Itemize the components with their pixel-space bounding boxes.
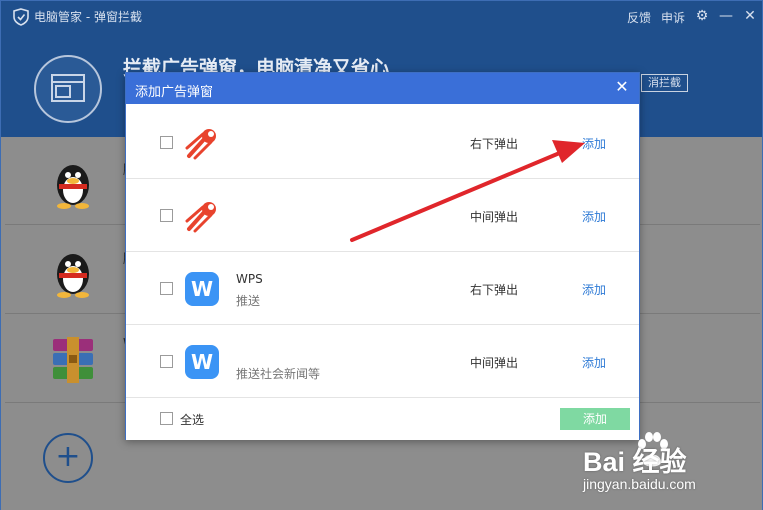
popup-position: 中间弹出: [470, 210, 519, 224]
app-desc: 推送社会新闻等: [236, 367, 321, 381]
cancel-block-button[interactable]: 消拦截: [641, 74, 688, 92]
row-checkbox[interactable]: [160, 282, 173, 295]
feedback-link[interactable]: 反馈: [627, 9, 651, 26]
popup-position: 右下弹出: [470, 137, 519, 151]
close-icon[interactable]: ✕: [741, 7, 759, 25]
appeal-link[interactable]: 申诉: [661, 9, 685, 26]
popup-position: 中间弹出: [470, 356, 519, 370]
app-desc: 推送: [236, 294, 261, 308]
row-checkbox[interactable]: [160, 355, 173, 368]
gear-icon[interactable]: ⚙: [693, 7, 711, 25]
watermark-brand: Bai 经验: [583, 447, 687, 477]
add-selected-button[interactable]: 添加: [560, 408, 630, 430]
add-link[interactable]: 添加: [582, 354, 606, 371]
dialog-header: 添加广告弹窗 ✕: [126, 73, 639, 104]
redaction-smudge: [232, 120, 342, 168]
popup-row: 右下弹出 添加: [126, 106, 639, 179]
comet-icon: [185, 129, 216, 160]
qq-penguin-icon: [57, 254, 89, 298]
popup-position: 右下弹出: [470, 283, 519, 297]
add-popup-button[interactable]: +: [43, 433, 93, 483]
qq-penguin-icon: [57, 165, 89, 209]
title-bar: 电脑管家 - 弹窗拦截 反馈 申诉 ⚙ — ✕: [1, 1, 762, 33]
dialog-footer: 全选 添加: [126, 398, 639, 440]
wps-icon: W: [185, 345, 219, 379]
select-all-label: 全选: [180, 413, 205, 427]
popup-row: W WPS 推送 右下弹出 添加: [126, 252, 639, 325]
window-title: 电脑管家 - 弹窗拦截: [34, 10, 142, 24]
minimize-icon[interactable]: —: [717, 7, 735, 25]
add-popup-dialog: 添加广告弹窗 ✕ 右下弹出 添加 中间弹出 添加 W WPS 推送 右下弹出 添…: [125, 72, 640, 440]
select-all-checkbox[interactable]: [160, 412, 173, 425]
popup-row: W 推送社会新闻等 中间弹出 添加: [126, 325, 639, 398]
dialog-title: 添加广告弹窗: [135, 85, 214, 100]
add-link[interactable]: 添加: [582, 208, 606, 225]
close-icon[interactable]: ✕: [613, 78, 631, 96]
shield-logo-icon: [13, 8, 29, 26]
app-name: WPS: [236, 272, 263, 286]
row-checkbox[interactable]: [160, 136, 173, 149]
watermark-url: jingyan.baidu.com: [583, 476, 696, 492]
winrar-icon: [53, 337, 93, 383]
redaction-smudge: [232, 193, 370, 241]
popup-row: 中间弹出 添加: [126, 179, 639, 252]
add-link[interactable]: 添加: [582, 135, 606, 152]
wps-icon: W: [185, 272, 219, 306]
comet-icon: [185, 202, 216, 233]
popup-window-icon: [34, 55, 102, 123]
baidu-watermark: Bai 经验 jingyan.baidu.com: [583, 432, 759, 502]
redaction-smudge: [236, 325, 372, 359]
add-link[interactable]: 添加: [582, 281, 606, 298]
redaction-smudge: [286, 298, 336, 324]
row-checkbox[interactable]: [160, 209, 173, 222]
